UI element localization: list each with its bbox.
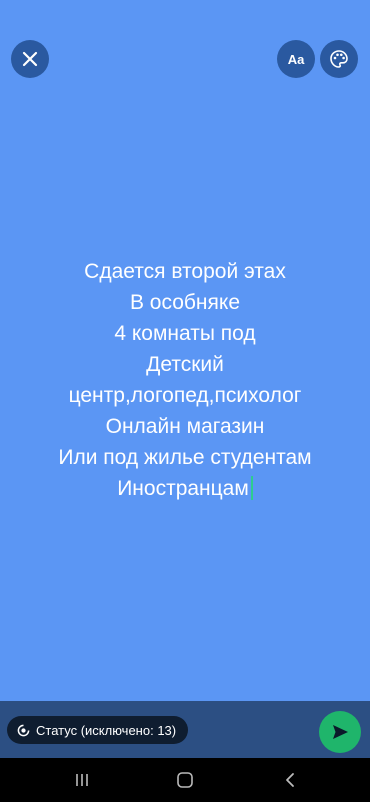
- home-icon: [177, 772, 193, 788]
- status-text-editor[interactable]: Сдается второй этах В особняке 4 комнаты…: [0, 256, 370, 504]
- recent-apps-button[interactable]: [72, 770, 92, 790]
- back-icon: [286, 773, 294, 787]
- background-color-button[interactable]: [320, 40, 358, 78]
- status-ring-icon: [17, 724, 30, 736]
- send-icon: [333, 725, 348, 739]
- status-line: Детский: [146, 353, 224, 376]
- status-audience-label: Статус (исключено: 13): [36, 722, 177, 738]
- font-style-label: Aa: [287, 51, 305, 67]
- text-cursor: [250, 476, 253, 500]
- bottom-bar: Статус (исключено: 13): [0, 701, 370, 758]
- close-button[interactable]: [11, 40, 49, 78]
- status-line-text: Иностранцам: [117, 477, 249, 500]
- system-nav-bar: [0, 758, 370, 802]
- status-line: Онлайн магазин: [105, 415, 265, 438]
- recent-apps-icon: [76, 774, 88, 786]
- back-button[interactable]: [280, 770, 300, 790]
- close-icon: [22, 51, 38, 67]
- home-button[interactable]: [175, 770, 195, 790]
- send-button[interactable]: [319, 711, 361, 753]
- status-audience-button[interactable]: Статус (исключено: 13): [7, 716, 189, 744]
- palette-icon: [330, 50, 348, 68]
- status-line: В особняке: [129, 291, 241, 314]
- font-style-button[interactable]: Aa: [277, 40, 315, 78]
- status-line: Или под жилье студентам: [58, 446, 312, 469]
- status-line: 4 комнаты под: [114, 322, 256, 345]
- status-line: центр,логопед,психолог: [68, 384, 302, 407]
- status-line: Сдается второй этах: [84, 260, 286, 283]
- status-line-last: Иностранцам: [0, 473, 370, 504]
